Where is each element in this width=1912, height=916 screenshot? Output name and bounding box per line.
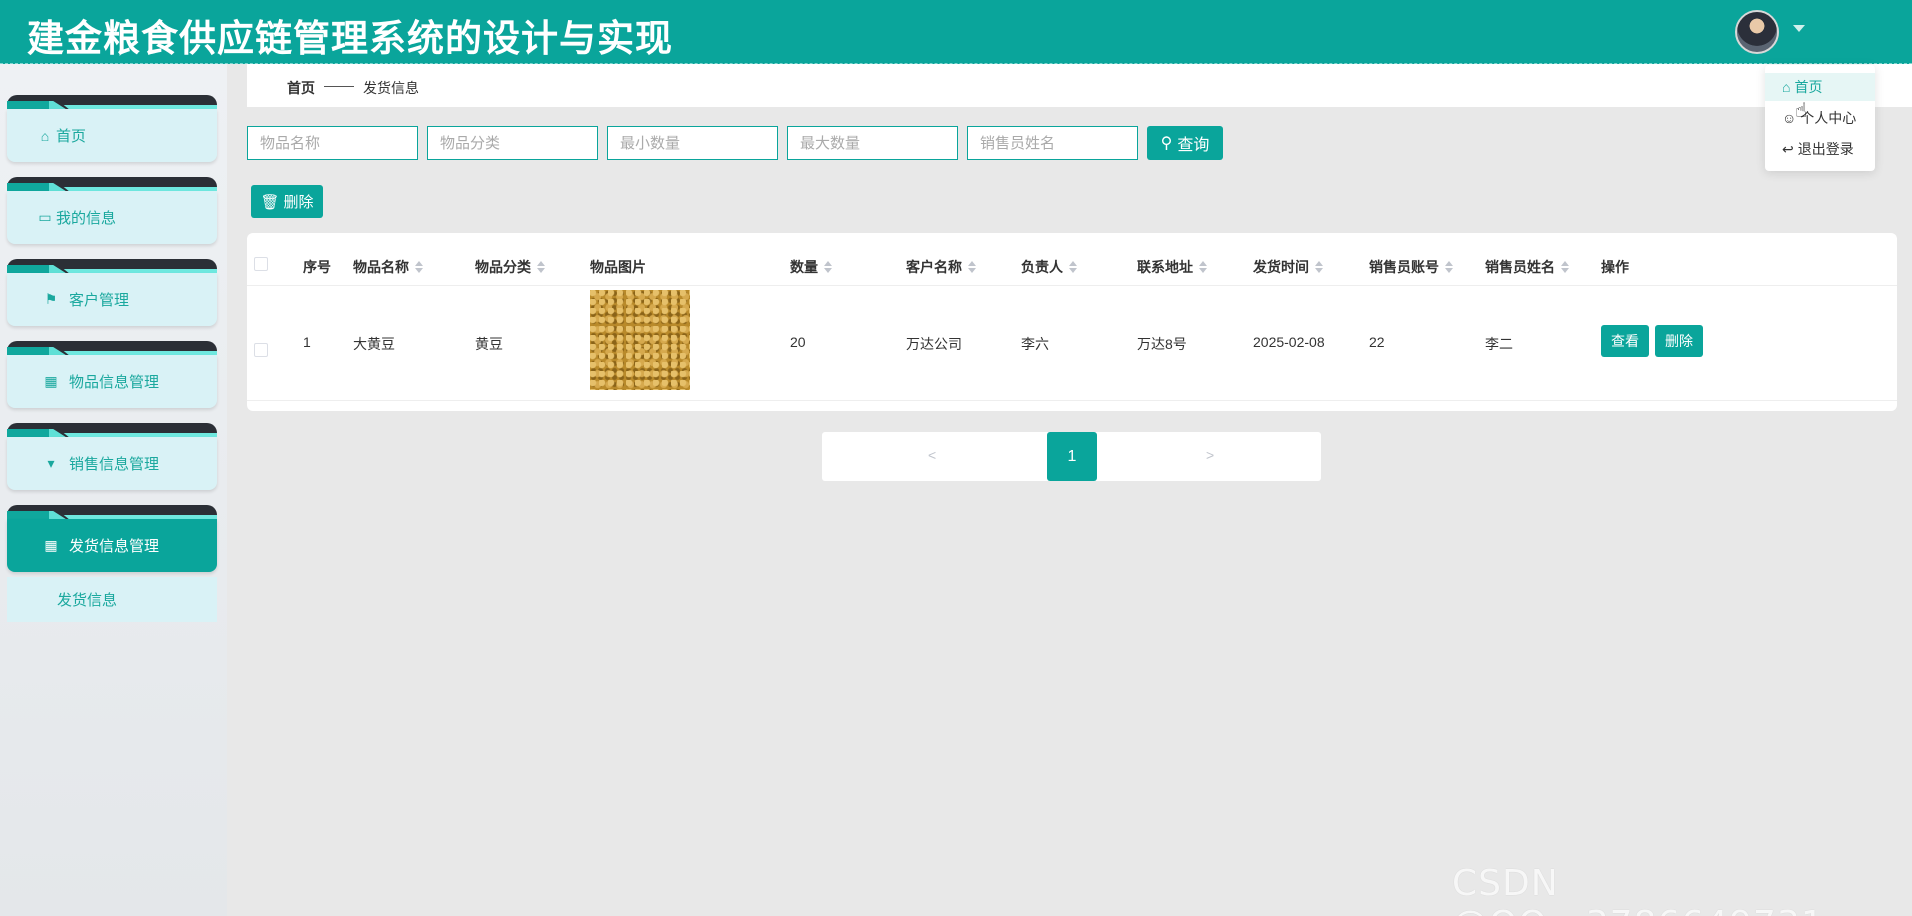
home-icon: ⌂ [40,127,50,144]
cell-manager: 李六 [1021,336,1049,352]
sort-icon[interactable] [1445,261,1453,273]
sort-icon[interactable] [537,261,545,273]
sidebar: ⌂ 首页 ▭ 我的信息 ⚑ 客户管理 ▦ 物品信息管理 ▾ 销售信息管理 ▦ 发… [0,64,227,916]
pagination-page-1[interactable]: 1 [1047,432,1097,481]
sidebar-item-customer-management[interactable]: ⚑ 客户管理 [7,259,217,326]
column-header-goods-category[interactable]: 物品分类 [475,257,545,277]
cell-quantity: 20 [790,334,806,350]
top-header: 建金粮食供应链管理系统的设计与实现 [0,0,1912,64]
cell-seller-name: 李二 [1485,336,1513,352]
mouse-cursor-icon: ☝ [1795,100,1808,122]
cell-goods-category: 黄豆 [475,336,503,352]
column-header-customer[interactable]: 客户名称 [906,257,976,277]
sort-icon[interactable] [1199,261,1207,273]
column-header-quantity[interactable]: 数量 [790,257,832,277]
cell-address: 万达8号 [1137,336,1187,352]
column-header-actions: 操作 [1601,259,1629,275]
goods-category-input[interactable] [427,126,598,160]
column-header-manager[interactable]: 负责人 [1021,257,1077,277]
query-button-label: 查询 [1177,137,1210,154]
column-header-goods-name[interactable]: 物品名称 [353,257,423,277]
sidebar-item-label: 发货信息管理 [69,538,160,555]
sort-icon[interactable] [415,261,423,273]
cell-index: 1 [303,334,311,350]
select-all-checkbox[interactable] [254,257,268,271]
app-title: 建金粮食供应链管理系统的设计与实现 [27,17,673,60]
sidebar-item-label: 客户管理 [69,292,130,309]
sidebar-item-label: 首页 [56,128,87,145]
sidebar-item-label: 我的信息 [56,210,117,227]
query-button[interactable]: ⚲ 查询 [1147,126,1223,160]
user-avatar[interactable] [1735,10,1779,54]
row-delete-button[interactable]: 删除 [1655,325,1703,357]
column-header-index: 序号 [303,259,331,275]
breadcrumb-home[interactable]: 首页 [287,78,315,98]
sort-icon[interactable] [1561,261,1569,273]
search-icon: ⚲ [1160,135,1173,152]
sort-icon[interactable] [824,261,832,273]
user-dropdown-menu: ⌂ 首页 ☺ 个人中心 ↩ 退出登录 [1765,65,1875,171]
cell-customer: 万达公司 [906,336,962,352]
breadcrumb: 首页 发货信息 [247,64,1912,107]
caret-down-icon[interactable] [1793,25,1805,32]
dropdown-item-home[interactable]: ⌂ 首页 [1765,73,1875,101]
view-button[interactable]: 查看 [1601,325,1649,357]
column-header-seller-account[interactable]: 销售员账号 [1369,257,1453,277]
sidebar-subitem-shipping-info[interactable]: 发货信息 [7,577,217,622]
min-quantity-input[interactable] [607,126,778,160]
sort-icon[interactable] [968,261,976,273]
breadcrumb-current: 发货信息 [363,80,419,96]
max-quantity-input[interactable] [787,126,958,160]
grid-icon: ▦ [44,373,58,389]
column-header-address[interactable]: 联系地址 [1137,257,1207,277]
watermark: CSDN @QQ__3786649731 [1452,863,1824,916]
trash-icon: 🗑 [260,193,280,211]
sort-icon[interactable] [1069,261,1077,273]
pagination: < 1 > [822,432,1321,481]
cell-ship-time: 2025-02-08 [1253,334,1325,350]
sidebar-item-label: 销售信息管理 [69,456,160,473]
column-header-seller-name[interactable]: 销售员姓名 [1485,257,1569,277]
column-header-goods-image: 物品图片 [590,259,646,275]
sidebar-item-shipping-management[interactable]: ▦ 发货信息管理 [7,505,217,572]
data-table: 序号 物品名称 物品分类 物品图片 数量 客户名称 负责人 联系地址 发货时间 … [247,233,1897,411]
logout-icon: ↩ [1782,140,1794,157]
batch-delete-label: 删除 [283,194,314,211]
brush-icon: ▾ [47,455,55,471]
home-icon: ⌂ [1782,79,1791,95]
sidebar-item-my-info[interactable]: ▭ 我的信息 [7,177,217,244]
cell-seller-account: 22 [1369,334,1385,350]
sidebar-item-sales-management[interactable]: ▾ 销售信息管理 [7,423,217,490]
pagination-prev-button[interactable]: < [928,447,936,463]
breadcrumb-separator [324,86,354,87]
row-checkbox[interactable] [254,343,268,357]
sidebar-item-home[interactable]: ⌂ 首页 [7,95,217,162]
sort-icon[interactable] [1315,261,1323,273]
dropdown-item-logout[interactable]: ↩ 退出登录 [1765,135,1875,163]
sidebar-item-goods-management[interactable]: ▦ 物品信息管理 [7,341,217,408]
pagination-next-button[interactable]: > [1206,447,1214,463]
soybean-image[interactable] [590,290,690,390]
batch-delete-button[interactable]: 🗑 删除 [251,185,323,218]
sidebar-item-label: 物品信息管理 [69,374,160,391]
flag-icon: ⚑ [44,291,58,307]
seller-name-input[interactable] [967,126,1138,160]
card-icon: ▭ [38,209,52,225]
column-header-ship-time[interactable]: 发货时间 [1253,257,1323,277]
goods-name-input[interactable] [247,126,418,160]
cell-goods-name: 大黄豆 [353,336,395,352]
dropdown-item-profile[interactable]: ☺ 个人中心 [1765,104,1875,132]
grid-icon: ▦ [44,537,58,553]
